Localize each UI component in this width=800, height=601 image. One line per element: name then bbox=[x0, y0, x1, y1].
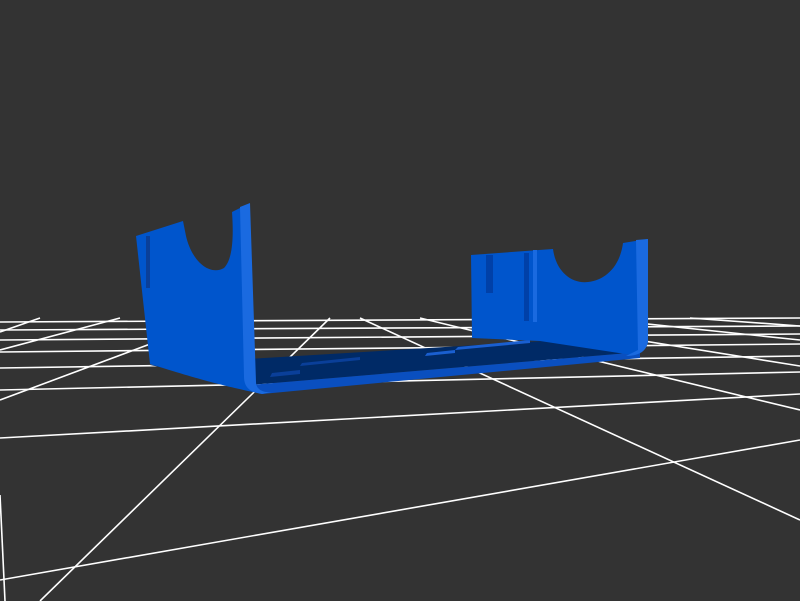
bracket-right-slot bbox=[486, 255, 493, 293]
bracket-right-slot bbox=[533, 250, 537, 322]
bracket-right-slot bbox=[524, 253, 529, 321]
bracket-left-notch bbox=[146, 236, 150, 288]
viewport-background bbox=[0, 0, 800, 601]
3d-viewport[interactable] bbox=[0, 0, 800, 601]
